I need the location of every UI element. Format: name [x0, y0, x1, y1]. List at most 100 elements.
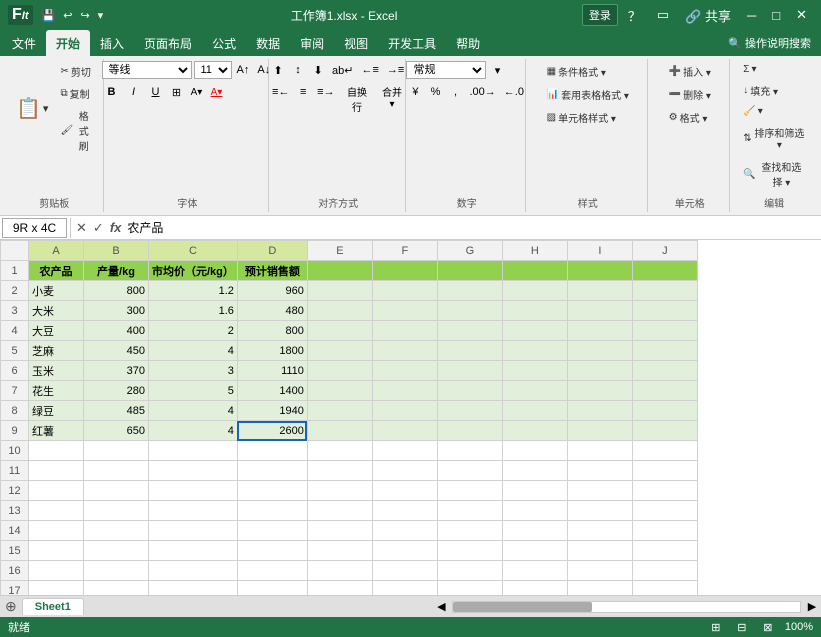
cell-B7[interactable]: 280 [84, 381, 149, 401]
font-color-button[interactable]: A▾ [208, 83, 226, 101]
cell-J4[interactable] [632, 321, 697, 341]
cell-J5[interactable] [632, 341, 697, 361]
font-size-select[interactable]: 11 [194, 61, 232, 79]
cell-C9[interactable]: 4 [149, 421, 238, 441]
cell-B4[interactable]: 400 [84, 321, 149, 341]
cell-G13[interactable] [437, 501, 502, 521]
cell-I9[interactable] [567, 421, 632, 441]
cell-A14[interactable] [29, 521, 84, 541]
cell-I15[interactable] [567, 541, 632, 561]
indent-decrease-button[interactable]: ←≡ [359, 61, 382, 79]
cell-A16[interactable] [29, 561, 84, 581]
cell-I5[interactable] [567, 341, 632, 361]
cell-A13[interactable] [29, 501, 84, 521]
cell-B14[interactable] [84, 521, 149, 541]
cell-B9[interactable]: 650 [84, 421, 149, 441]
cell-G3[interactable] [437, 301, 502, 321]
cell-H9[interactable] [502, 421, 567, 441]
cell-B17[interactable] [84, 581, 149, 596]
underline-button[interactable]: U [146, 83, 166, 101]
cell-E3[interactable] [307, 301, 372, 321]
percent-button[interactable]: % [426, 83, 444, 101]
cell-J9[interactable] [632, 421, 697, 441]
cell-C1[interactable]: 市均价（元/kg） [149, 261, 238, 281]
row-header-cell[interactable]: 13 [1, 501, 29, 521]
row-header-cell[interactable]: 14 [1, 521, 29, 541]
cell-G11[interactable] [437, 461, 502, 481]
cell-C4[interactable]: 2 [149, 321, 238, 341]
col-header-G[interactable]: G [437, 241, 502, 261]
cell-A2[interactable]: 小麦 [29, 281, 84, 301]
save-button[interactable]: 💾 [39, 8, 59, 23]
cell-H3[interactable] [502, 301, 567, 321]
cell-B10[interactable] [84, 441, 149, 461]
cell-G10[interactable] [437, 441, 502, 461]
col-header-F[interactable]: F [372, 241, 437, 261]
cell-F7[interactable] [372, 381, 437, 401]
cell-G12[interactable] [437, 481, 502, 501]
cell-H7[interactable] [502, 381, 567, 401]
border-button[interactable]: ⊞ [168, 83, 186, 101]
formula-cancel-button[interactable]: ✕ [74, 220, 89, 236]
cell-F13[interactable] [372, 501, 437, 521]
align-top-button[interactable]: ⬆ [269, 61, 287, 79]
cell-C7[interactable]: 5 [149, 381, 238, 401]
redo-button[interactable]: ↪ [77, 8, 92, 23]
cell-D11[interactable] [237, 461, 307, 481]
increase-decimal-button[interactable]: .00→ [466, 83, 498, 101]
add-sheet-button[interactable]: ⊕ [0, 597, 22, 616]
number-format-dropdown[interactable]: ▾ [488, 61, 506, 79]
cell-I1[interactable] [567, 261, 632, 281]
quick-access-more-button[interactable]: ▾ [95, 8, 107, 23]
cell-F1[interactable] [372, 261, 437, 281]
cell-B3[interactable]: 300 [84, 301, 149, 321]
cell-J13[interactable] [632, 501, 697, 521]
cell-B12[interactable] [84, 481, 149, 501]
cell-D13[interactable] [237, 501, 307, 521]
row-header-cell[interactable]: 7 [1, 381, 29, 401]
cell-H17[interactable] [502, 581, 567, 596]
horizontal-scrollbar[interactable] [452, 601, 801, 613]
cell-J6[interactable] [632, 361, 697, 381]
cell-F12[interactable] [372, 481, 437, 501]
sheet-tab-sheet1[interactable]: Sheet1 [22, 598, 84, 615]
cell-B6[interactable]: 370 [84, 361, 149, 381]
cell-H8[interactable] [502, 401, 567, 421]
cell-H15[interactable] [502, 541, 567, 561]
cell-J11[interactable] [632, 461, 697, 481]
col-header-E[interactable]: E [307, 241, 372, 261]
cell-F3[interactable] [372, 301, 437, 321]
cell-A17[interactable] [29, 581, 84, 596]
text-direction-button[interactable]: ab↵ [329, 61, 356, 79]
fill-color-button[interactable]: A▾ [188, 83, 206, 101]
cell-C16[interactable] [149, 561, 238, 581]
cell-H6[interactable] [502, 361, 567, 381]
cell-F10[interactable] [372, 441, 437, 461]
col-header-C[interactable]: C [149, 241, 238, 261]
cell-E8[interactable] [307, 401, 372, 421]
cell-E5[interactable] [307, 341, 372, 361]
cell-E6[interactable] [307, 361, 372, 381]
cell-G14[interactable] [437, 521, 502, 541]
font-name-select[interactable]: 等线 [102, 61, 192, 79]
cell-E1[interactable] [307, 261, 372, 281]
formula-confirm-button[interactable]: ✓ [91, 220, 106, 236]
align-left-button[interactable]: ≡← [269, 83, 292, 101]
cell-E12[interactable] [307, 481, 372, 501]
col-header-B[interactable]: B [84, 241, 149, 261]
row-header-cell[interactable]: 9 [1, 421, 29, 441]
cell-H1[interactable] [502, 261, 567, 281]
cell-J12[interactable] [632, 481, 697, 501]
cell-E4[interactable] [307, 321, 372, 341]
cell-G6[interactable] [437, 361, 502, 381]
cell-J1[interactable] [632, 261, 697, 281]
format-painter-button[interactable]: 🖌格式刷 [55, 105, 97, 156]
ribbon-toggle-button[interactable]: ▭ [651, 5, 675, 25]
cell-style-button[interactable]: ▨ 单元格样式 ▾ [542, 107, 621, 128]
cell-F16[interactable] [372, 561, 437, 581]
cell-A6[interactable]: 玉米 [29, 361, 84, 381]
cell-I16[interactable] [567, 561, 632, 581]
cell-J10[interactable] [632, 441, 697, 461]
cell-A11[interactable] [29, 461, 84, 481]
cell-H10[interactable] [502, 441, 567, 461]
